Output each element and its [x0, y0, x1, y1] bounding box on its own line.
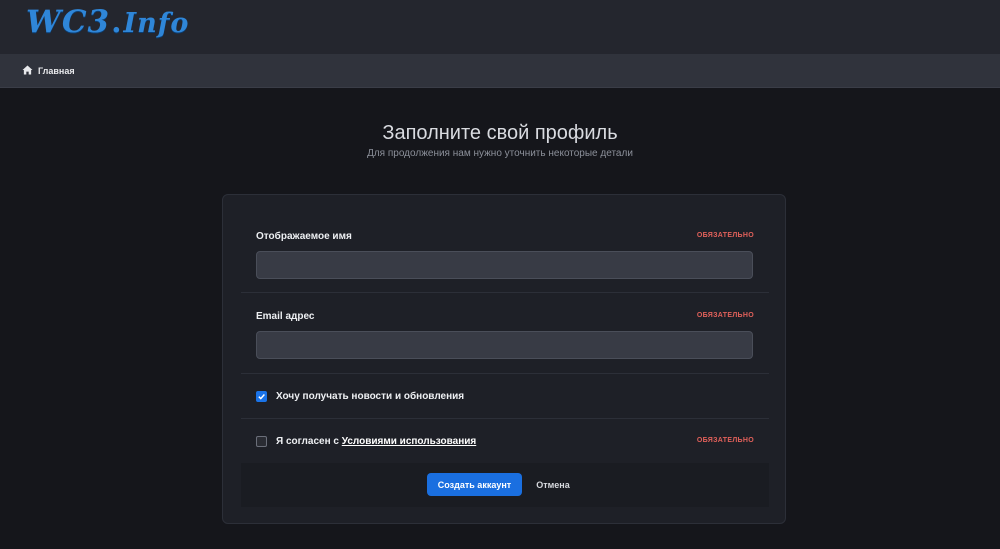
create-account-button[interactable]: Создать аккаунт [427, 473, 522, 496]
email-label: Email адрес [256, 311, 315, 322]
newsletter-checkbox[interactable] [256, 391, 267, 402]
form-actions: Создать аккаунт Отмена [241, 463, 769, 507]
breadcrumb-home-link[interactable]: Главная [22, 64, 75, 77]
terms-link[interactable]: Условиями использования [342, 436, 476, 447]
display-name-field: Отображаемое имя ОБЯЗАТЕЛЬНО [241, 195, 769, 293]
logo-main-text: WC3 [26, 4, 111, 40]
checkmark-icon [258, 394, 265, 400]
display-name-label: Отображаемое имя [256, 231, 352, 242]
page-title: Заполните свой профиль [382, 122, 618, 144]
terms-row: Я согласен с Условиями использования ОБЯ… [241, 419, 769, 463]
breadcrumb: Главная [0, 54, 1000, 88]
breadcrumb-home-label: Главная [38, 65, 75, 76]
display-name-input[interactable] [256, 251, 753, 279]
terms-label: Я согласен с Условиями использования [276, 436, 476, 447]
home-icon [22, 64, 33, 77]
terms-label-prefix: Я согласен с [276, 436, 342, 447]
profile-form-card: Отображаемое имя ОБЯЗАТЕЛЬНО Email адрес… [222, 194, 786, 524]
newsletter-label: Хочу получать новости и обновления [276, 391, 465, 402]
newsletter-row: Хочу получать новости и обновления [241, 374, 769, 419]
email-input[interactable] [256, 331, 753, 359]
logo-suffix-text: Info [123, 8, 190, 39]
cancel-button[interactable]: Отмена [529, 473, 577, 496]
email-required-badge: ОБЯЗАТЕЛЬНО [696, 312, 754, 319]
page-heading: Заполните свой профиль Для продолжения н… [0, 120, 1000, 159]
email-field: Email адрес ОБЯЗАТЕЛЬНО [241, 293, 769, 374]
site-logo[interactable]: WC3 . Info [26, 4, 190, 40]
page-subtitle: Для продолжения нам нужно уточнить некот… [367, 148, 633, 159]
display-name-required-badge: ОБЯЗАТЕЛЬНО [696, 232, 754, 239]
terms-checkbox[interactable] [256, 436, 267, 447]
terms-required-badge: ОБЯЗАТЕЛЬНО [696, 437, 754, 444]
top-header: WC3 . Info [0, 0, 1000, 54]
logo-dot: . [111, 5, 123, 40]
